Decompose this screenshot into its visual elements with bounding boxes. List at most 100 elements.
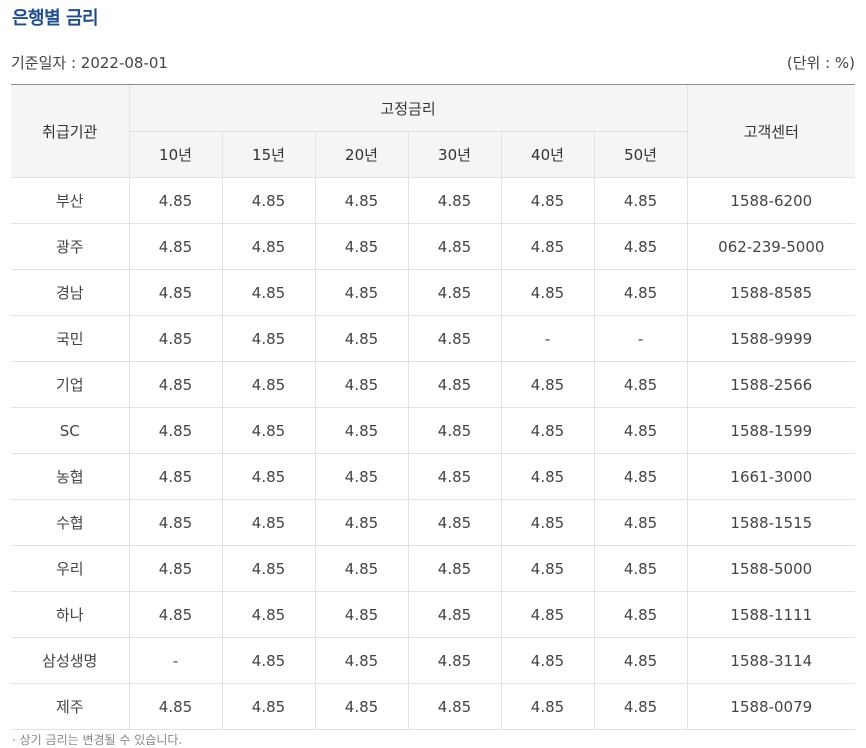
rate-cell: 4.85 [314, 315, 408, 362]
rate-cell: 4.85 [314, 499, 408, 546]
rate-cell: - [128, 637, 222, 684]
rate-cell: 4.85 [314, 637, 408, 684]
rate-cell: 4.85 [314, 545, 408, 592]
table-row: 경남 4.85 4.85 4.85 4.85 4.85 4.85 1588-8585 [11, 269, 856, 316]
rate-cell: 4.85 [128, 499, 222, 546]
rate-cell: 4.85 [407, 361, 501, 408]
rate-cell: 4.85 [500, 361, 594, 408]
rate-cell: 4.85 [128, 591, 222, 638]
rate-cell: 4.85 [500, 269, 594, 316]
header-term: 50년 [593, 131, 688, 178]
customer-center-phone: 1588-3114 [686, 637, 856, 684]
customer-center-phone: 062-239-5000 [686, 223, 856, 270]
bank-name: 농협 [11, 453, 129, 500]
unit-label: (단위 : %) [786, 54, 855, 72]
table-row: 삼성생명 -4.85 4.85 4.85 4.85 4.85 1588-3114 [11, 637, 856, 684]
table-row: SC 4.85 4.85 4.85 4.85 4.85 4.85 1588-1599 [11, 407, 856, 454]
rate-cell: 4.85 [593, 453, 688, 500]
rate-cell: 4.85 [221, 177, 315, 224]
rate-cell: 4.85 [221, 545, 315, 592]
rate-cell: 4.85 [128, 177, 222, 224]
table-meta: 기준일자 : 2022-08-01 (단위 : %) [11, 52, 855, 72]
rate-cell: 4.85 [500, 453, 594, 500]
rate-cell: 4.85 [500, 499, 594, 546]
table-row: 국민 4.85 4.85 4.85 4.85- -1588-9999 [11, 315, 856, 362]
customer-center-phone: 1588-5000 [686, 545, 856, 592]
header-term: 10년 [128, 131, 222, 178]
header-term: 40년 [500, 131, 594, 178]
rate-cell: 4.85 [128, 453, 222, 500]
table-row: 하나 4.85 4.85 4.85 4.85 4.85 4.85 1588-1111 [11, 591, 856, 638]
rate-cell: 4.85 [221, 499, 315, 546]
rate-cell: 4.85 [221, 453, 315, 500]
bank-name: 국민 [11, 315, 129, 362]
bank-name: 부산 [11, 177, 129, 224]
base-date: 기준일자 : 2022-08-01 [11, 54, 168, 72]
rate-cell: 4.85 [407, 177, 501, 224]
rate-cell: 4.85 [500, 223, 594, 270]
rate-cell: 4.85 [221, 315, 315, 362]
rate-cell: 4.85 [314, 269, 408, 316]
rate-cell: 4.85 [407, 683, 501, 730]
table-row: 기업 4.85 4.85 4.85 4.85 4.85 4.85 1588-2566 [11, 361, 856, 408]
bank-name: 우리 [11, 545, 129, 592]
rate-cell: 4.85 [314, 177, 408, 224]
table-row: 제주 4.85 4.85 4.85 4.85 4.85 4.85 1588-0079 [11, 683, 856, 730]
table-row: 우리 4.85 4.85 4.85 4.85 4.85 4.85 1588-5000 [11, 545, 856, 592]
rate-cell: 4.85 [128, 407, 222, 454]
table-row: 광주 4.85 4.85 4.85 4.85 4.85 4.85 062-239-5000 [11, 223, 856, 270]
bank-name: 경남 [11, 269, 129, 316]
rate-cell: 4.85 [500, 683, 594, 730]
rate-cell: 4.85 [593, 637, 688, 684]
rate-cell: 4.85 [314, 361, 408, 408]
rate-cell: 4.85 [593, 223, 688, 270]
rate-cell: 4.85 [407, 407, 501, 454]
rate-cell: 4.85 [593, 545, 688, 592]
header-term: 15년 [221, 131, 315, 178]
bank-name: 제주 [11, 683, 129, 730]
rate-cell: 4.85 [500, 545, 594, 592]
customer-center-phone: 1588-2566 [686, 361, 856, 408]
rates-table: 취급기관 고정금리 고객센터 10년 15년 20년 30년 40년 50년 부… [11, 84, 856, 730]
rate-cell: 4.85 [407, 453, 501, 500]
customer-center-phone: 1588-1515 [686, 499, 856, 546]
rate-cell: 4.85 [128, 545, 222, 592]
rate-cell: 4.85 [407, 499, 501, 546]
rate-cell: 4.85 [128, 361, 222, 408]
rate-cell: 4.85 [314, 223, 408, 270]
rate-cell: 4.85 [407, 269, 501, 316]
rate-cell: 4.85 [593, 591, 688, 638]
table-row: 수협 4.85 4.85 4.85 4.85 4.85 4.85 1588-1515 [11, 499, 856, 546]
header-institution: 취급기관 [11, 84, 129, 178]
rate-cell: 4.85 [221, 683, 315, 730]
header-term: 20년 [314, 131, 408, 178]
rate-cell: 4.85 [407, 223, 501, 270]
page-title: 은행별 금리 [12, 8, 99, 29]
rate-cell: - [500, 315, 594, 362]
customer-center-phone: 1588-0079 [686, 683, 856, 730]
customer-center-phone: 1661-3000 [686, 453, 856, 500]
bank-name: SC [11, 407, 129, 454]
rate-cell: 4.85 [593, 499, 688, 546]
rate-cell: 4.85 [407, 315, 501, 362]
rate-cell: 4.85 [221, 269, 315, 316]
bank-name: 광주 [11, 223, 129, 270]
bank-name: 수협 [11, 499, 129, 546]
customer-center-phone: 1588-6200 [686, 177, 856, 224]
rate-cell: 4.85 [500, 407, 594, 454]
customer-center-phone: 1588-1111 [686, 591, 856, 638]
rate-cell: 4.85 [593, 361, 688, 408]
bank-name: 삼성생명 [11, 637, 129, 684]
rate-cell: 4.85 [593, 177, 688, 224]
header-term: 30년 [407, 131, 501, 178]
rate-cell: 4.85 [221, 223, 315, 270]
rate-cell: - [593, 315, 688, 362]
rate-cell: 4.85 [314, 453, 408, 500]
rate-cell: 4.85 [407, 545, 501, 592]
rate-cell: 4.85 [314, 407, 408, 454]
rate-cell: 4.85 [221, 361, 315, 408]
rate-cell: 4.85 [407, 591, 501, 638]
table-row: 부산 4.85 4.85 4.85 4.85 4.85 4.85 1588-6200 [11, 177, 856, 224]
bank-name: 기업 [11, 361, 129, 408]
rate-cell: 4.85 [128, 683, 222, 730]
